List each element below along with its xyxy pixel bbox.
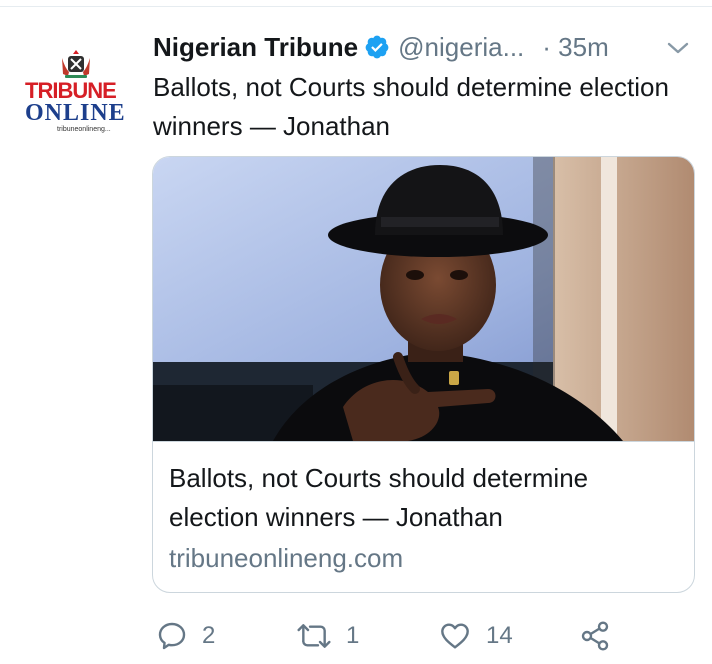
heart-icon bbox=[441, 623, 469, 649]
card-title[interactable]: Ballots, not Courts should determine ele… bbox=[169, 459, 679, 537]
logo-tribune-text: TRIBUNE bbox=[25, 78, 117, 103]
reply-icon bbox=[158, 622, 186, 650]
share-icon bbox=[581, 621, 609, 651]
top-divider bbox=[0, 6, 712, 7]
tweet-screen: TRIBUNE ONLINE tribuneonlineng... Nigeri… bbox=[0, 0, 712, 664]
like-count: 14 bbox=[486, 622, 513, 649]
card-photo bbox=[153, 157, 694, 441]
link-card[interactable]: Ballots, not Courts should determine ele… bbox=[152, 156, 695, 593]
card-image[interactable] bbox=[153, 157, 694, 441]
timestamp[interactable]: · 35m bbox=[542, 32, 608, 63]
retweet-count: 1 bbox=[346, 622, 360, 649]
like-button[interactable]: 14 bbox=[438, 612, 513, 660]
logo-online-text: ONLINE bbox=[25, 100, 126, 126]
reply-button[interactable]: 2 bbox=[156, 612, 215, 660]
tweet-actions: 2 1 14 bbox=[0, 612, 712, 660]
verified-badge-icon bbox=[365, 35, 389, 59]
avatar[interactable]: TRIBUNE ONLINE tribuneonlineng... bbox=[19, 40, 131, 140]
card-divider bbox=[153, 441, 694, 442]
logo-url-text: tribuneonlineng... bbox=[57, 126, 111, 133]
tweet-text: Ballots, not Courts should determine ele… bbox=[153, 72, 669, 141]
user-handle[interactable]: @nigeria... bbox=[398, 32, 524, 63]
retweet-button[interactable]: 1 bbox=[296, 612, 359, 660]
share-button[interactable] bbox=[578, 612, 612, 660]
chevron-down-icon[interactable] bbox=[664, 34, 692, 62]
display-name[interactable]: Nigerian Tribune bbox=[153, 32, 358, 63]
tweet-header: Nigerian Tribune @nigeria... · 35m bbox=[153, 30, 609, 64]
card-domain[interactable]: tribuneonlineng.com bbox=[169, 539, 403, 578]
reply-count: 2 bbox=[202, 622, 216, 649]
retweet-icon bbox=[297, 624, 331, 648]
crest-icon bbox=[62, 50, 90, 78]
